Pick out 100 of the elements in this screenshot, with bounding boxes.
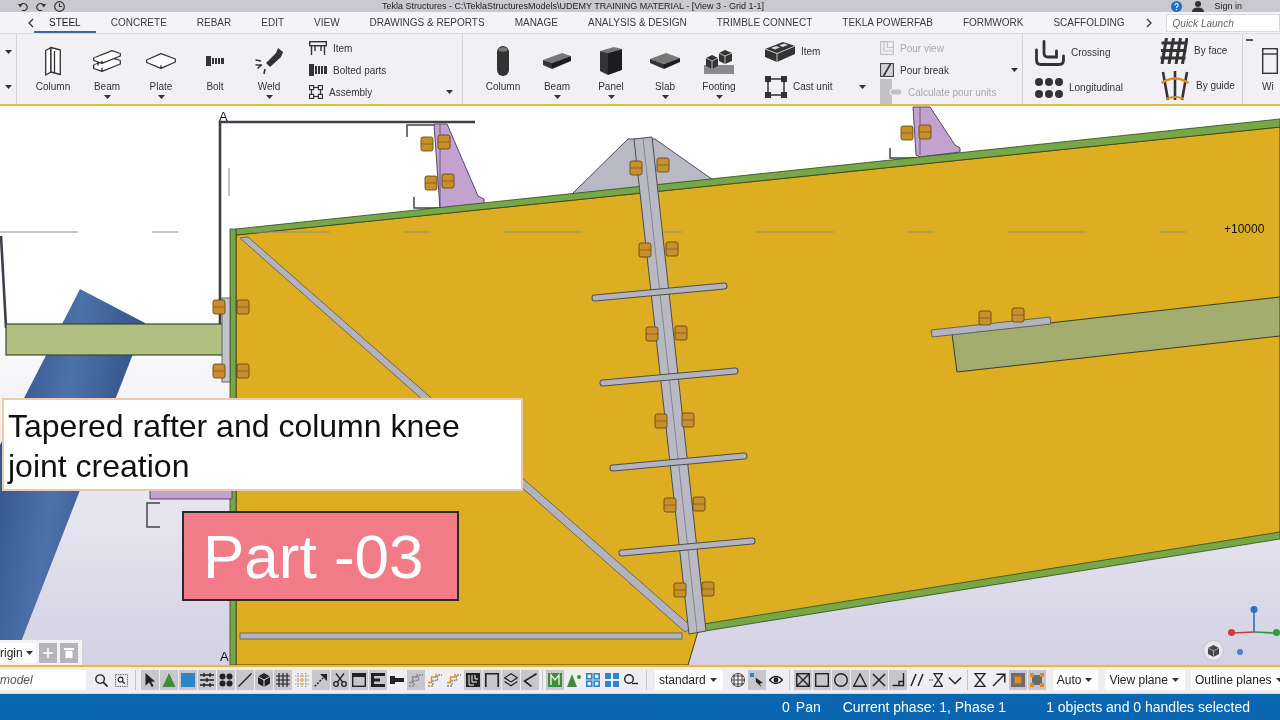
ribbon-button[interactable]: Column xyxy=(29,34,77,104)
scissors-icon xyxy=(333,673,347,687)
chevron-right-icon[interactable] xyxy=(1145,17,1152,28)
search-field[interactable]: model xyxy=(0,670,86,690)
toggle-button[interactable] xyxy=(331,670,349,690)
triangle-icon xyxy=(162,673,176,687)
arrow-icon xyxy=(314,673,328,687)
ribbon-tab[interactable]: MANAGE xyxy=(499,12,573,33)
bolt-icon xyxy=(309,64,327,76)
window-title: Tekla Structures - C:\TeklaStructuresModels\UDEMY TRAINING MATERIAL - [View 3 - Grid 1-1] xyxy=(382,0,765,12)
purlin-outline xyxy=(146,502,161,528)
ribbon-tab[interactable]: TRIMBLE CONNECT xyxy=(701,12,828,33)
sphere-icon xyxy=(730,673,745,687)
ribbon-tab[interactable]: TEKLA POWERFAB xyxy=(827,12,948,33)
ribbon-item[interactable]: Bolted parts xyxy=(307,59,455,81)
toggle-button[interactable] xyxy=(812,670,831,690)
angle-icon xyxy=(523,673,537,687)
ribbon-tab[interactable]: CONCRETE xyxy=(95,12,182,33)
ribbon-tab[interactable]: ANALYSIS & DESIGN xyxy=(572,12,702,33)
toggle-button[interactable] xyxy=(502,670,520,690)
ribbon-item[interactable]: By guide xyxy=(1158,70,1240,101)
clock-icon[interactable] xyxy=(54,0,65,12)
toggle-button[interactable] xyxy=(521,670,539,690)
crossing-icon xyxy=(1035,39,1065,66)
ribbon-button[interactable]: Bolt xyxy=(191,34,239,104)
toggle-button[interactable] xyxy=(888,670,907,690)
toggle-button[interactable] xyxy=(293,670,311,690)
steps-icon xyxy=(428,673,442,687)
toolbar-dropdown[interactable]: Outline planes xyxy=(1190,670,1280,690)
filter-dropdown[interactable]: standard xyxy=(655,670,723,690)
ribbon-button[interactable]: Panel xyxy=(587,34,635,104)
ribbon-tab[interactable]: REBAR xyxy=(181,12,247,33)
ribbon-item[interactable]: By face xyxy=(1158,37,1240,64)
toggle-button[interactable] xyxy=(464,670,482,690)
ribbon-item[interactable]: Item xyxy=(307,37,455,59)
toggle-button[interactable] xyxy=(274,670,292,690)
toggle-button[interactable] xyxy=(603,670,621,690)
ribbon-button[interactable]: Wi xyxy=(1262,34,1280,104)
search-icon xyxy=(94,673,108,687)
toggle-button[interactable] xyxy=(546,670,564,690)
ribbon-item[interactable]: Longitudinal xyxy=(1033,76,1138,99)
toggle-button[interactable] xyxy=(160,670,178,690)
toggle-button[interactable] xyxy=(236,670,254,690)
dots-icon xyxy=(219,673,233,687)
toggle-button[interactable] xyxy=(369,670,387,690)
sign-in-link[interactable]: Sign in xyxy=(1214,0,1242,12)
ribbon-button[interactable]: Weld xyxy=(245,34,293,104)
chevron-left-icon[interactable] xyxy=(28,17,34,28)
toggle-button[interactable] xyxy=(728,670,747,690)
toggle-button[interactable] xyxy=(793,670,812,690)
toggle-button[interactable] xyxy=(483,670,501,690)
ribbon-item[interactable]: Cast unit xyxy=(763,75,868,98)
origin-dropdown[interactable]: rigin xyxy=(0,642,36,663)
quick-launch-field[interactable]: Quick Launch xyxy=(1165,14,1280,32)
ribbon-tab[interactable]: DRAWINGS & REPORTS xyxy=(354,12,500,33)
toggle-button[interactable] xyxy=(1008,670,1027,690)
toolbar-dropdown[interactable]: Auto xyxy=(1052,670,1099,690)
toggle-button[interactable] xyxy=(850,670,869,690)
ribbon-button[interactable]: Slab xyxy=(641,34,689,104)
ribbon-tab[interactable]: EDIT xyxy=(246,12,300,33)
toggle-button[interactable] xyxy=(407,670,425,690)
ribbon-item[interactable]: Item xyxy=(763,40,868,63)
ribbon-button[interactable]: Beam xyxy=(533,34,581,104)
toggle-button[interactable] xyxy=(869,670,888,690)
footing-icon xyxy=(704,48,734,74)
undo-icon[interactable] xyxy=(18,1,28,11)
minimize-icon xyxy=(1246,39,1253,41)
squares-icon xyxy=(586,673,600,687)
toggle-button[interactable] xyxy=(350,670,368,690)
toolbar-dropdown[interactable]: View plane xyxy=(1105,670,1185,690)
ribbon-button[interactable]: Beam xyxy=(83,34,131,104)
pattern-icon xyxy=(466,673,480,687)
ribbon-item[interactable]: Assembly xyxy=(307,81,455,103)
bolt-nut xyxy=(656,157,670,173)
ribbon-item[interactable]: Crossing xyxy=(1033,39,1138,66)
toggle-button[interactable] xyxy=(1027,670,1046,690)
ribbon-button[interactable]: Column xyxy=(479,34,527,104)
toggle-button[interactable] xyxy=(926,670,945,690)
toggle-button[interactable] xyxy=(747,670,766,690)
toggle-button[interactable] xyxy=(141,670,159,690)
toggle-button[interactable] xyxy=(312,670,330,690)
ribbon-button[interactable]: Footing xyxy=(695,34,743,104)
square-icon xyxy=(181,673,195,687)
toggle-button[interactable] xyxy=(584,670,602,690)
toggle-button[interactable] xyxy=(179,670,197,690)
help-icon[interactable] xyxy=(1171,0,1183,12)
box-x-icon xyxy=(795,673,810,687)
squares-icon xyxy=(605,673,619,687)
toggle-button[interactable] xyxy=(217,670,235,690)
toggle-button[interactable] xyxy=(831,670,850,690)
ribbon-tab[interactable]: FORMWORK xyxy=(947,12,1039,33)
toggle-button[interactable] xyxy=(198,670,216,690)
toggle-button[interactable] xyxy=(255,670,273,690)
handles-icon xyxy=(1029,673,1044,687)
redo-icon[interactable] xyxy=(36,1,46,11)
ribbon-tab[interactable]: VIEW xyxy=(299,12,355,33)
user-icon[interactable] xyxy=(1192,0,1205,12)
ribbon-item[interactable]: Pour break xyxy=(878,59,1020,81)
ribbon-tab[interactable]: SCAFFOLDING xyxy=(1038,12,1140,33)
ribbon-button[interactable]: Plate xyxy=(137,34,185,104)
